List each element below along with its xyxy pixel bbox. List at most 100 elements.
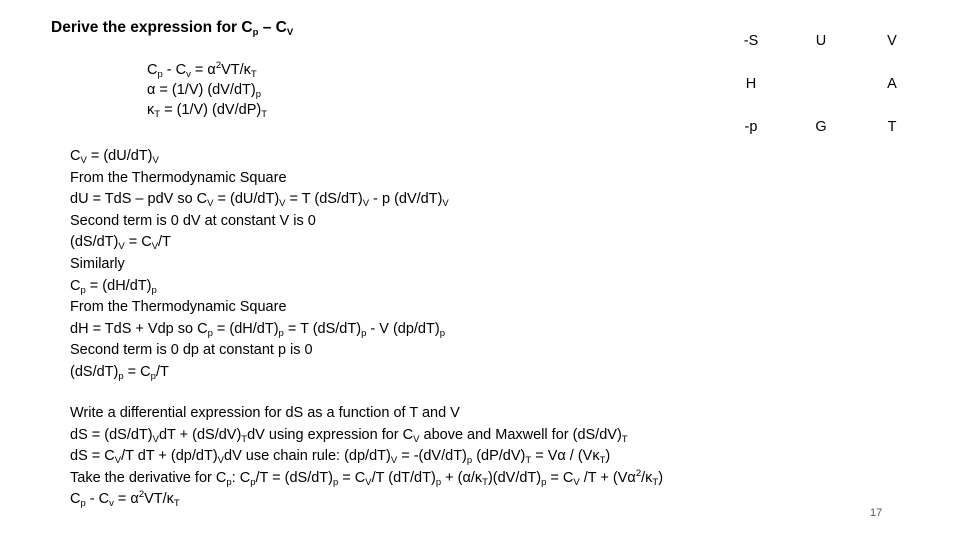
text-run: - C [162,62,187,78]
text-run: /κ [641,469,653,486]
square-cell: G [815,119,827,135]
text-line: From the Thermodynamic Square [70,168,449,190]
text-line: From the Thermodynamic Square [70,297,449,319]
text-run: From the Thermodynamic Square [70,169,287,186]
text-line: Cp = (dH/dT)p [70,276,449,298]
text-run: = (dH/dT) [212,320,279,337]
text-run: (dS/dT) [70,363,119,380]
subscript: T [261,109,268,120]
text-run: dV using expression for C [247,426,414,443]
text-run: = C [338,469,366,486]
text-run: dT + (dS/dV) [158,426,242,443]
square-cell: -p [744,119,758,135]
text-line: (dS/dT)p = Cp/T [70,362,449,384]
text-run: ) [605,448,611,465]
text-line: dS = (dS/dT)VdT + (dS/dV)TdV using expre… [70,425,663,447]
derivation-cp-minus-cv: Write a differential expression for dS a… [70,403,663,511]
text-run: /T [155,363,169,380]
text-line: Write a differential expression for dS a… [70,403,663,425]
text-run: Write a differential expression for dS a… [70,405,460,421]
text-run: = α [113,491,139,508]
text-line: Take the derivative for Cp: Cp/T = (dS/d… [70,468,663,490]
text-run: Similarly [70,255,125,272]
text-run: = (1/V) (dV/dP) [160,102,262,118]
text-line: dH = TdS + Vdp so Cp = (dH/dT)p = T (dS/… [70,319,449,341]
text-run: (dS/dT) [70,234,119,251]
subscript: p [439,327,445,339]
square-cell: T [887,119,897,135]
text-run: = (dU/dT) [86,148,153,164]
text-run: = T (dS/dT) [283,320,362,337]
subscript: V [152,155,159,166]
text-run: Derive the expression for C [51,19,253,36]
text-line: dS = CV/T dT + (dp/dT)VdV use chain rule… [70,446,663,468]
text-run: )(dV/dT) [487,469,542,486]
text-run: above and Maxwell for (dS/dV) [419,426,622,443]
text-run: dU = TdS – pdV so C [70,191,208,208]
text-line: (dS/dT)V = CV/T [70,232,449,254]
text-line: CV = (dU/dT)V [70,146,449,168]
text-run: C [147,62,158,78]
text-run: Second term is 0 dp at constant p is 0 [70,342,313,359]
text-run: α = (1/V) (dV/dT) [147,82,256,98]
text-run: Second term is 0 dV at constant V is 0 [70,212,316,229]
key-formulas: Cp - Cv = α2VT/κT α = (1/V) (dV/dT)p κT = … [147,60,267,120]
text-run: = (dH/dT) [85,277,152,294]
text-line: Similarly [70,254,449,276]
text-run: = C [124,234,152,251]
text-line: dU = TdS – pdV so CV = (dU/dT)V = T (dS/… [70,189,449,211]
text-run: From the Thermodynamic Square [70,299,287,316]
text-run: = -(dV/dT) [397,448,467,465]
subscript: T [250,69,257,80]
subscript: V [442,198,449,210]
derivation-heat-capacities: CV = (dU/dT)V From the Thermodynamic Squa… [70,146,449,384]
text-run: /T = (dS/dT) [255,469,333,486]
text-run: ) [658,469,664,486]
subscript: p [151,284,157,296]
subscript: T [173,498,180,510]
square-cell: -S [743,33,759,49]
text-run: /T dT + (dp/dT) [121,448,218,465]
text-run: dS = (dS/dT) [70,426,153,443]
text-run: dS = C [70,448,115,465]
square-cell: H [745,76,757,92]
text-run: C [70,277,81,294]
text-run: : C [231,469,251,486]
text-run: – C [258,19,287,36]
text-run: - C [85,491,110,508]
text-run: dV use chain rule: (dp/dT) [224,448,391,465]
text-run: /T + (Vα [579,469,636,486]
subscript: p [255,89,261,100]
text-run: VT/κ [221,62,251,78]
text-line: Second term is 0 dp at constant p is 0 [70,340,449,362]
text-line: Second term is 0 dV at constant V is 0 [70,211,449,233]
subscript: T [621,433,628,445]
square-cell: U [815,33,827,49]
text-run: - p (dV/dT) [369,191,443,208]
text-run: = Vα / (Vκ [531,448,600,465]
text-run: = C [123,363,151,380]
text-run: + (α/κ [441,469,483,486]
text-run: C [70,148,81,164]
text-line: α = (1/V) (dV/dT)p [147,80,267,100]
text-run: = (dU/dT) [213,191,280,208]
text-run: Take the derivative for C [70,469,227,486]
page-number: 17 [870,507,883,519]
text-run: (dP/dV) [472,448,526,465]
square-cell: V [887,33,897,49]
text-run: dH = TdS + Vdp so C [70,320,208,337]
slide-title: Derive the expression for Cp – CV [51,19,293,37]
text-run: = α [190,62,216,78]
text-line: Cp - Cv = α2VT/κT [70,489,663,511]
text-run: = T (dS/dT) [285,191,363,208]
text-line: Cp - Cv = α2VT/κT [147,60,267,80]
text-run: /T (dT/dT) [371,469,436,486]
text-run: = C [546,469,574,486]
subscript: V [286,27,294,38]
square-cell: A [887,76,897,92]
text-run: - V (dp/dT) [366,320,440,337]
text-run: VT/κ [144,491,174,508]
text-run: C [70,491,81,508]
text-run: /T [158,234,171,251]
text-line: κT = (1/V) (dV/dP)T [147,100,267,120]
